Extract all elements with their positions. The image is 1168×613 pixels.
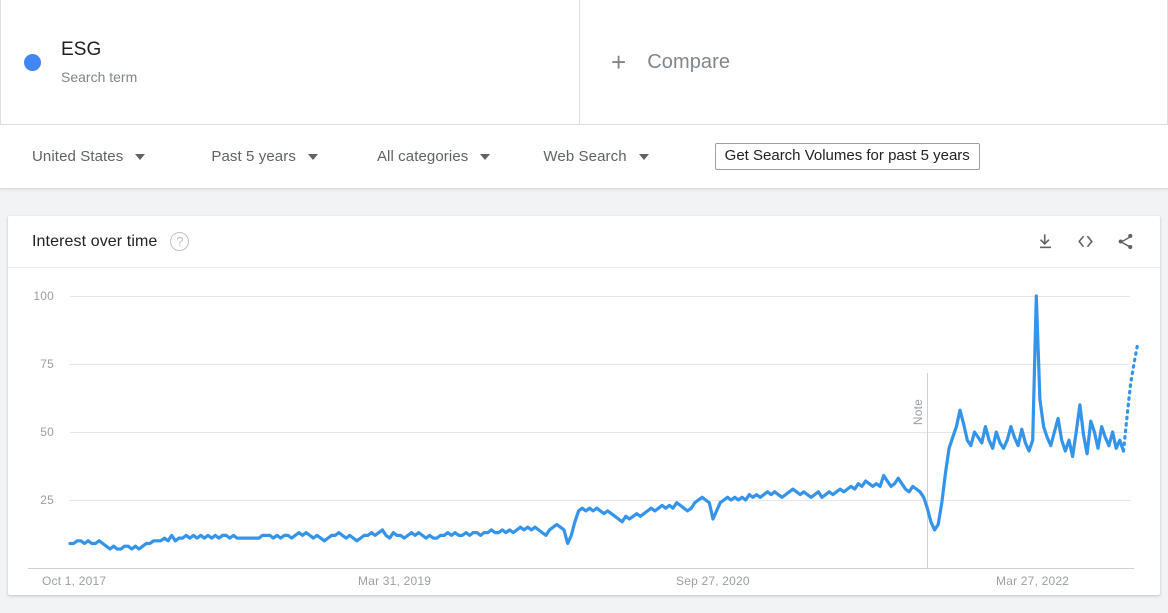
chevron-down-icon — [638, 153, 649, 160]
filter-search-type-label: Web Search — [543, 148, 627, 165]
filter-time-range-label: Past 5 years — [211, 148, 296, 165]
filter-bar: United States Past 5 years All categorie… — [0, 125, 1168, 189]
download-icon[interactable] — [1028, 225, 1062, 259]
filter-region-label: United States — [32, 148, 124, 165]
x-axis-tick: Oct 1, 2017 — [42, 574, 107, 588]
chevron-down-icon — [135, 153, 146, 160]
filter-category-label: All categories — [376, 148, 469, 165]
embed-code-icon[interactable] — [1068, 225, 1102, 259]
filter-category[interactable]: All categories — [376, 148, 491, 165]
series-line-esg — [68, 294, 1140, 551]
compare-label: Compare — [647, 50, 731, 73]
filter-time-range[interactable]: Past 5 years — [211, 148, 318, 165]
x-axis-line — [28, 568, 1134, 569]
x-axis-tick: Mar 31, 2019 — [358, 574, 432, 588]
chevron-down-icon — [307, 153, 318, 160]
search-terms-bar: ESG Search term + Compare — [0, 0, 1168, 125]
x-axis-tick: Sep 27, 2020 — [676, 574, 750, 588]
help-icon[interactable]: ? — [170, 232, 190, 251]
filter-search-type[interactable]: Web Search — [543, 148, 649, 165]
series-color-dot — [24, 53, 41, 71]
interest-over-time-plot[interactable]: 100 75 50 25 Note Oct 1, 2017 Mar 31, 20… — [8, 268, 1160, 594]
card-title: Interest over time — [32, 232, 158, 250]
filter-region[interactable]: United States — [32, 148, 146, 165]
get-search-volumes-button[interactable]: Get Search Volumes for past 5 years — [714, 143, 980, 170]
add-comparison-button[interactable]: + Compare — [580, 0, 1168, 124]
share-icon[interactable] — [1108, 225, 1142, 259]
x-axis-tick: Mar 27, 2022 — [996, 574, 1070, 588]
plus-icon: + — [611, 47, 627, 77]
search-term-card-esg[interactable]: ESG Search term — [0, 0, 580, 124]
chevron-down-icon — [480, 153, 491, 160]
interest-over-time-card: Interest over time ? 100 75 50 25 Note O… — [8, 216, 1160, 595]
card-header: Interest over time ? — [8, 216, 1160, 268]
search-term-type: Search term — [61, 68, 138, 85]
search-term-label: ESG — [61, 38, 102, 60]
